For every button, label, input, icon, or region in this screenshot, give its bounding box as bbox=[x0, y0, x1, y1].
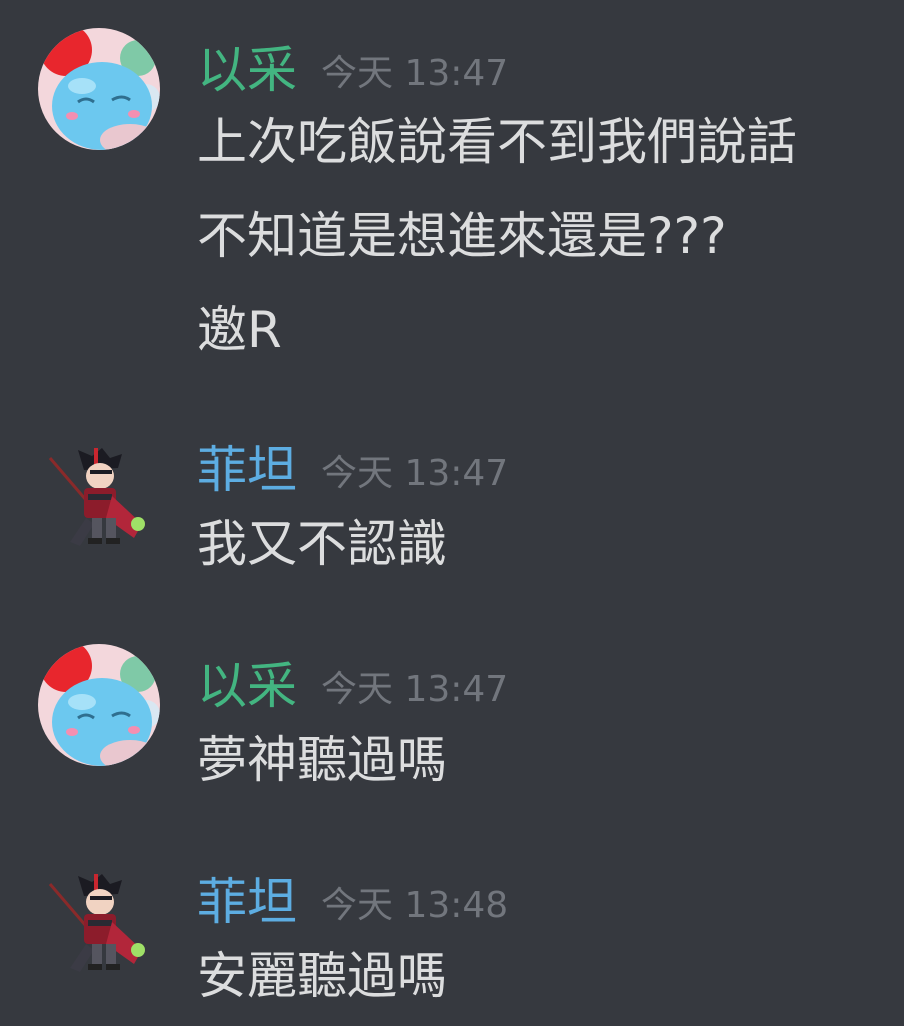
username[interactable]: 以采 bbox=[197, 657, 297, 715]
username[interactable]: 菲坦 bbox=[197, 441, 297, 499]
slime-avatar-icon[interactable] bbox=[38, 28, 160, 150]
message-text: 我又不認識 bbox=[197, 515, 447, 573]
timestamp: 今天 13:47 bbox=[321, 669, 509, 710]
message-header: 以采 今天 13:47 bbox=[197, 656, 508, 716]
warrior-sprite-avatar-icon[interactable] bbox=[38, 436, 160, 558]
username[interactable]: 以采 bbox=[197, 41, 297, 99]
message-header: 菲坦 今天 13:48 bbox=[197, 872, 508, 932]
message-text: 安麗聽過嗎 bbox=[197, 947, 447, 1005]
message-header: 以采 今天 13:47 bbox=[197, 40, 508, 100]
timestamp: 今天 13:48 bbox=[321, 885, 509, 926]
message-text: 不知道是想進來還是??? bbox=[197, 207, 727, 265]
message-text: 邀R bbox=[197, 301, 282, 359]
username[interactable]: 菲坦 bbox=[197, 873, 297, 931]
warrior-sprite-avatar-icon[interactable] bbox=[38, 862, 160, 984]
timestamp: 今天 13:47 bbox=[321, 53, 509, 94]
message-text: 上次吃飯說看不到我們說話 bbox=[197, 113, 797, 171]
message-text: 夢神聽過嗎 bbox=[197, 731, 447, 789]
message-header: 菲坦 今天 13:47 bbox=[197, 440, 508, 500]
timestamp: 今天 13:47 bbox=[321, 453, 509, 494]
slime-avatar-icon[interactable] bbox=[38, 644, 160, 766]
